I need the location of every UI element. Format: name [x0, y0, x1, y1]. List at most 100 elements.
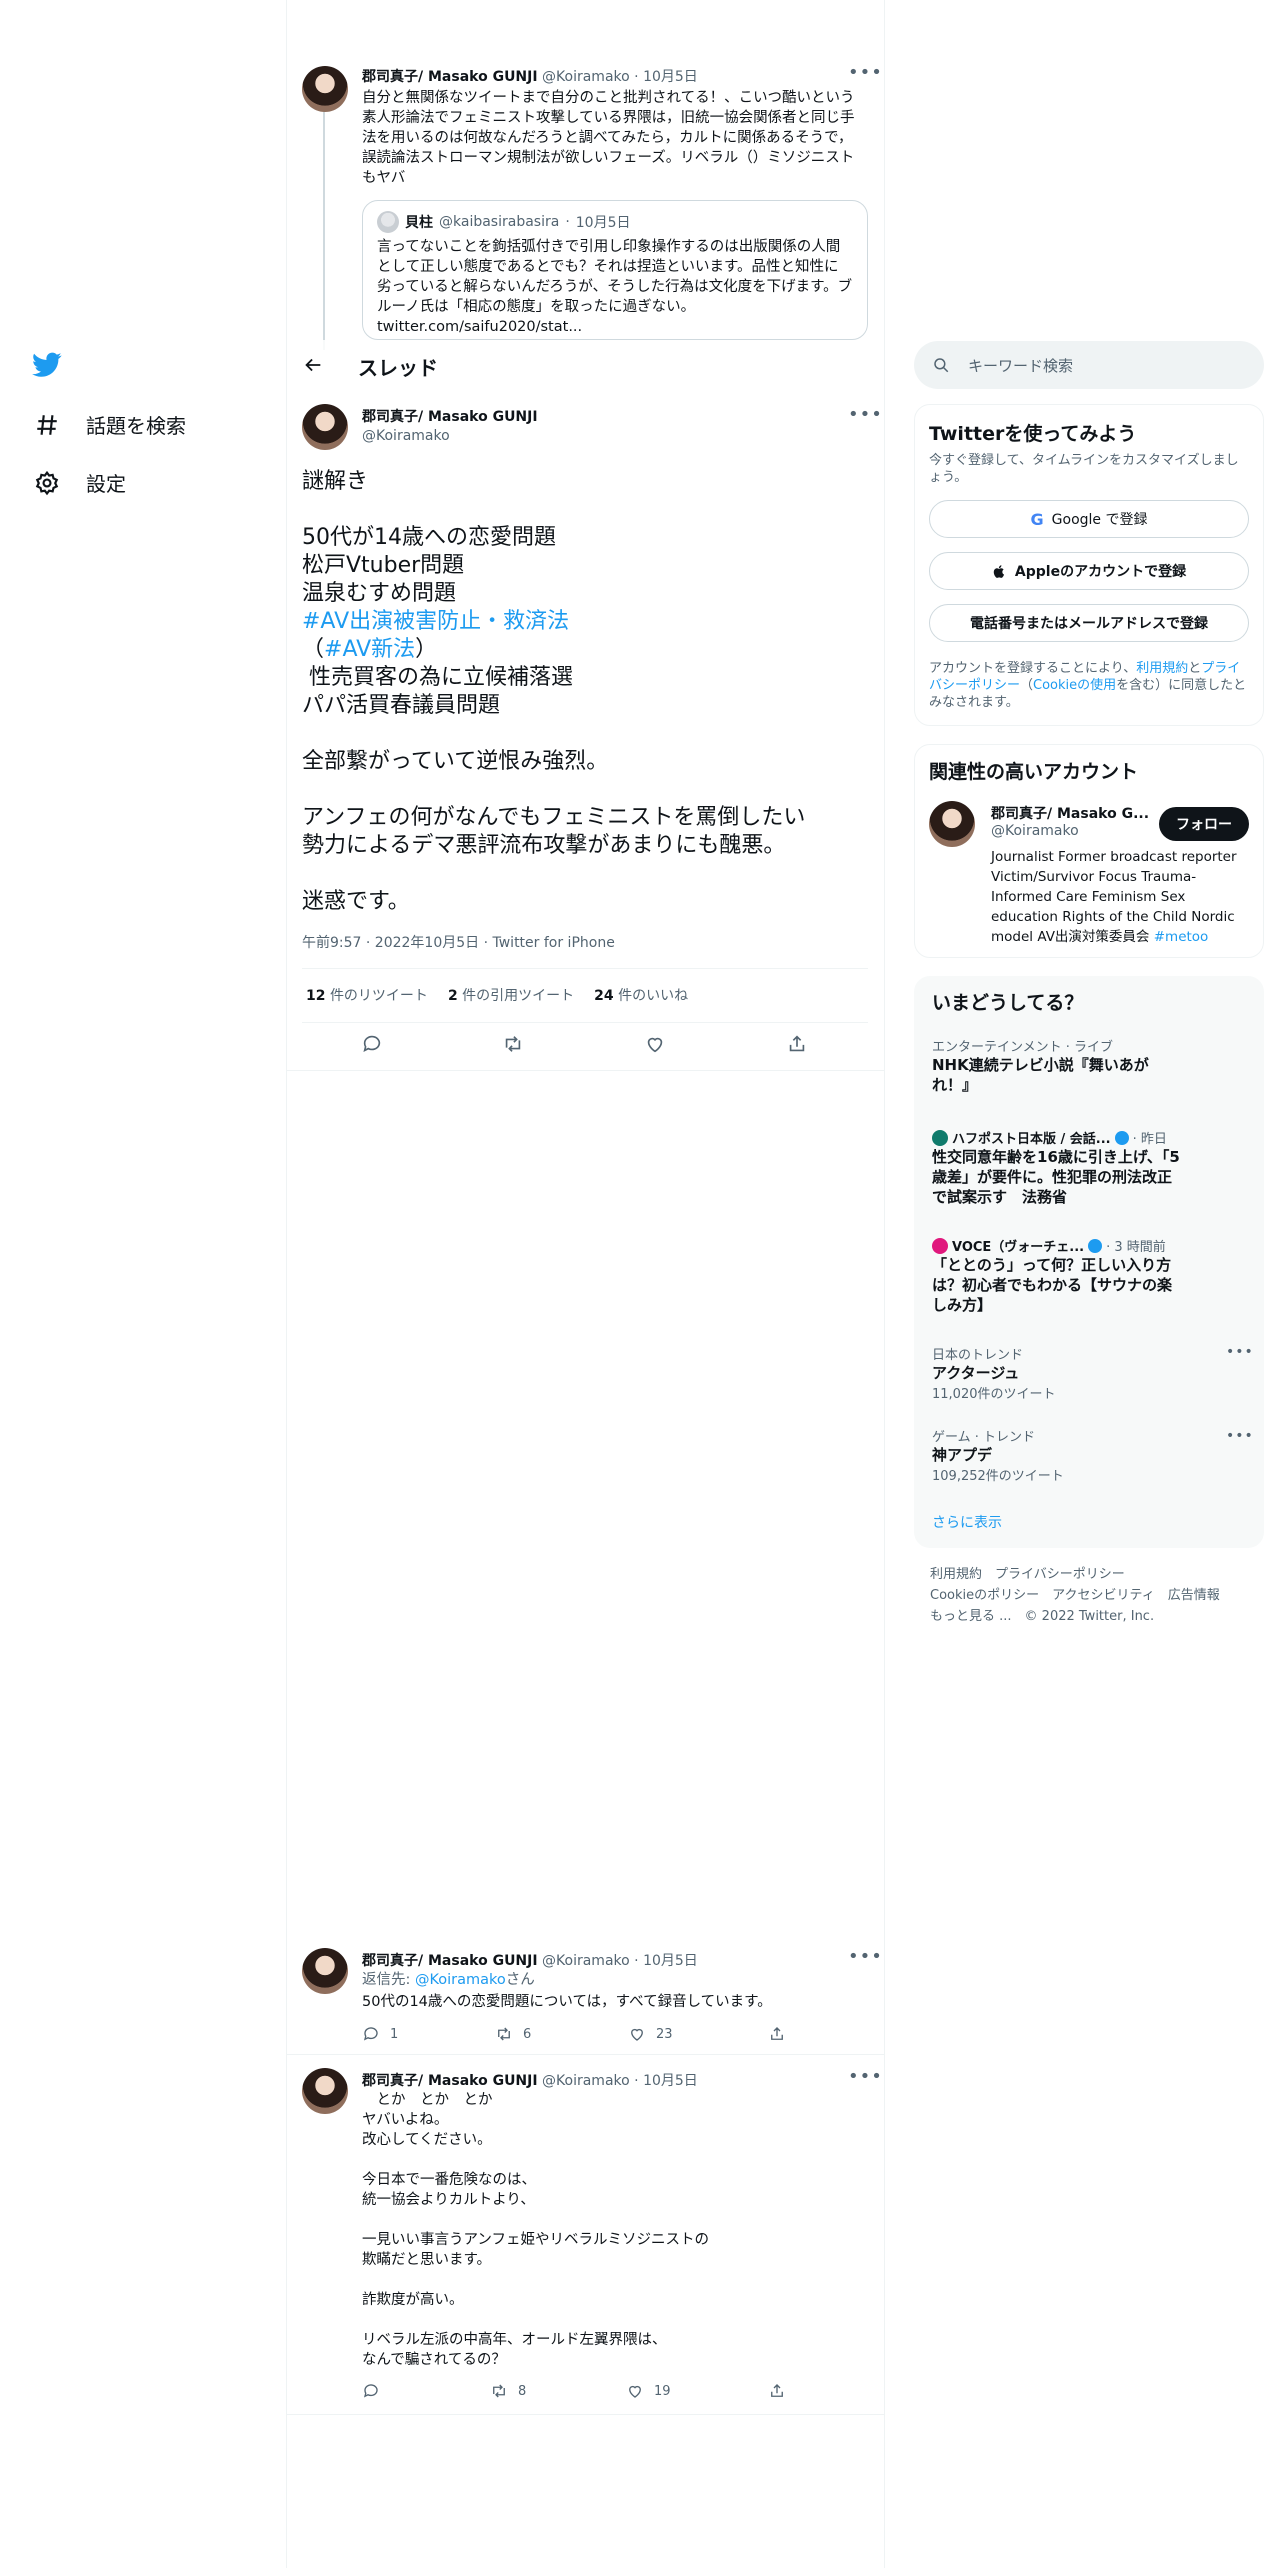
share-button[interactable] [768, 2025, 786, 2047]
hashtag-link[interactable]: #metoo [1154, 929, 1209, 945]
retweets-stat[interactable]: 12 件のリツイート [306, 985, 428, 1005]
reply-to-prefix: 返信先: [362, 1972, 415, 1988]
likes-label: 件のいいね [618, 988, 689, 1004]
trend-item[interactable]: ハフポスト日本版 / 会話... · 昨日 性交同意年齢を16歳に引き上げ、「5… [932, 1128, 1182, 1207]
trend-item[interactable]: ゲーム · トレンド 神アプデ 109,252件のツイート [932, 1426, 1232, 1484]
more-icon[interactable]: ••• [1226, 1344, 1254, 1360]
author-name[interactable]: 郡司真子/ Masako GUNJI [362, 69, 538, 85]
tweet-date[interactable]: 10月5日 [643, 1953, 698, 1969]
reply-button[interactable] [362, 2382, 380, 2400]
source-logo-icon [932, 1237, 948, 1254]
related-name[interactable]: 郡司真子/ Masako G... [991, 803, 1149, 823]
cookie-link[interactable]: Cookieの使用 [1033, 678, 1116, 693]
related-handle[interactable]: @Koiramako [991, 823, 1079, 839]
reply-button[interactable] [361, 1033, 383, 1059]
reply-header: 郡司真子/ Masako GUNJI @Koiramako · 10月5日 [362, 1953, 698, 1969]
author-name[interactable]: 郡司真子/ Masako GUNJI [362, 1953, 538, 1969]
footer-link[interactable]: アクセシビリティ [1052, 1588, 1155, 1603]
retweet-button[interactable]: 6 [495, 2025, 531, 2043]
hashtag-link[interactable]: #AV新法 [324, 637, 415, 662]
reply-icon [363, 2027, 378, 2041]
retweets-label: 件のリツイート [329, 988, 428, 1004]
footer-more-link[interactable]: もっと見る ... [930, 1609, 1012, 1624]
trend-item[interactable]: 日本のトレンド アクタージュ 11,020件のツイート [932, 1344, 1232, 1402]
divider [287, 2414, 884, 2415]
quote-tweet[interactable]: 貝柱 @kaibasirabasira · 10月5日 言ってないことを鉤括弧付… [362, 200, 868, 340]
tweet-date[interactable]: 10月5日 [643, 69, 698, 85]
heart-icon [629, 2385, 641, 2398]
like-count: 23 [656, 2026, 673, 2042]
footer-link[interactable]: プライバシーポリシー [995, 1567, 1125, 1582]
related-bio: Journalist Former broadcast reporter Vic… [991, 847, 1245, 947]
avatar[interactable] [302, 404, 348, 450]
signup-panel: Twitterを使ってみよう 今すぐ登録して、タイムラインをカスタマイズしましょ… [914, 404, 1264, 726]
text-line: 全部繋がっていて逆恨み強烈。 [302, 749, 609, 774]
quotes-stat[interactable]: 2 件の引用ツイート [448, 985, 574, 1005]
avatar[interactable] [929, 801, 975, 847]
back-button[interactable] [302, 354, 324, 380]
footer-link[interactable]: 広告情報 [1168, 1588, 1220, 1603]
share-icon [771, 2027, 783, 2040]
footer-link[interactable]: Cookieのポリシー [930, 1588, 1039, 1603]
retweets-count: 12 [306, 988, 326, 1004]
divider [302, 1022, 868, 1023]
nav-explore[interactable]: 話題を検索 [34, 410, 186, 439]
apple-signup-button[interactable]: Appleのアカウントで登録 [929, 552, 1249, 590]
author-handle[interactable]: @Koiramako [542, 1953, 630, 1969]
reply-button[interactable]: 1 [362, 2025, 398, 2043]
trend-item[interactable]: VOCE（ヴォーチェ... · 3 時間前 「ととのう」って何？正しい入り方は？… [932, 1236, 1172, 1315]
avatar[interactable] [302, 66, 348, 112]
more-icon[interactable]: ••• [848, 1946, 883, 1967]
more-icon[interactable]: ••• [848, 404, 883, 425]
legal-text: と [1188, 661, 1202, 676]
twitter-logo[interactable] [32, 352, 62, 382]
retweet-button[interactable] [502, 1033, 524, 1059]
more-icon[interactable]: ••• [1226, 1428, 1254, 1444]
main-author-handle[interactable]: @Koiramako [362, 428, 450, 444]
phone-signup-button[interactable]: 電話番号またはメールアドレスで登録 [929, 604, 1249, 642]
retweet-button[interactable]: 8 [490, 2382, 526, 2400]
author-name[interactable]: 郡司真子/ Masako GUNJI [362, 2073, 538, 2089]
like-button[interactable] [644, 1033, 666, 1059]
main-author-name[interactable]: 郡司真子/ Masako GUNJI [362, 406, 538, 426]
signup-title: Twitterを使ってみよう [929, 423, 1137, 445]
likes-stat[interactable]: 24 件のいいね [594, 985, 688, 1005]
quotes-count: 2 [447, 988, 458, 1004]
follow-button[interactable]: フォロー [1159, 807, 1249, 841]
search-box[interactable]: キーワード検索 [914, 341, 1264, 389]
avatar[interactable] [302, 1948, 348, 1994]
column-border-right [884, 0, 885, 2568]
twitter-bird-icon [32, 352, 62, 377]
more-icon[interactable]: ••• [848, 62, 883, 83]
trend-item[interactable]: エンターテインメント · ライブ NHK連続テレビ小説『舞いあがれ！』 [932, 1036, 1152, 1095]
more-icon[interactable]: ••• [848, 2066, 883, 2087]
reply-to-suffix: さん [505, 1972, 535, 1988]
trend-title: 神アプデ [932, 1446, 993, 1464]
quote-link[interactable]: twitter.com/saifu2020/stat... [377, 317, 853, 337]
google-signup-button[interactable]: G Google で登録 [929, 500, 1249, 538]
like-button[interactable]: 19 [626, 2382, 671, 2400]
show-more-link[interactable]: さらに表示 [932, 1512, 1002, 1532]
trend-source: VOCE（ヴォーチェ... [952, 1240, 1085, 1255]
tweet-timestamp[interactable]: 午前9:57 · 2022年10月5日 · Twitter for iPhone [302, 932, 615, 952]
trend-count: 109,252件のツイート [932, 1469, 1064, 1484]
nav-settings[interactable]: 設定 [34, 468, 126, 497]
tweet-date[interactable]: 10月5日 [643, 2073, 698, 2089]
paren-open: （ [302, 637, 325, 662]
terms-link[interactable]: 利用規約 [1136, 661, 1188, 676]
footer-link[interactable]: 利用規約 [930, 1567, 982, 1582]
trend-source-line: VOCE（ヴォーチェ... · 3 時間前 [932, 1236, 1172, 1255]
footer: 利用規約 プライバシーポリシー Cookieのポリシー アクセシビリティ 広告情… [930, 1564, 1260, 1627]
share-button[interactable] [768, 2382, 786, 2404]
like-button[interactable]: 23 [628, 2025, 673, 2043]
signup-subtitle: 今すぐ登録して、タイムラインをカスタマイズしましょう。 [929, 453, 1239, 485]
trend-title: アクタージュ [932, 1364, 1020, 1382]
search-icon [934, 358, 949, 373]
author-handle[interactable]: @Koiramako [542, 69, 630, 85]
reply-to-handle[interactable]: @Koiramako [415, 1972, 506, 1988]
author-handle[interactable]: @Koiramako [542, 2073, 630, 2089]
share-button[interactable] [786, 1033, 808, 1059]
hashtag-link[interactable]: #AV出演被害防止・救済法 [302, 608, 862, 636]
legal-text: （ [1020, 678, 1034, 693]
avatar[interactable] [302, 2068, 348, 2114]
